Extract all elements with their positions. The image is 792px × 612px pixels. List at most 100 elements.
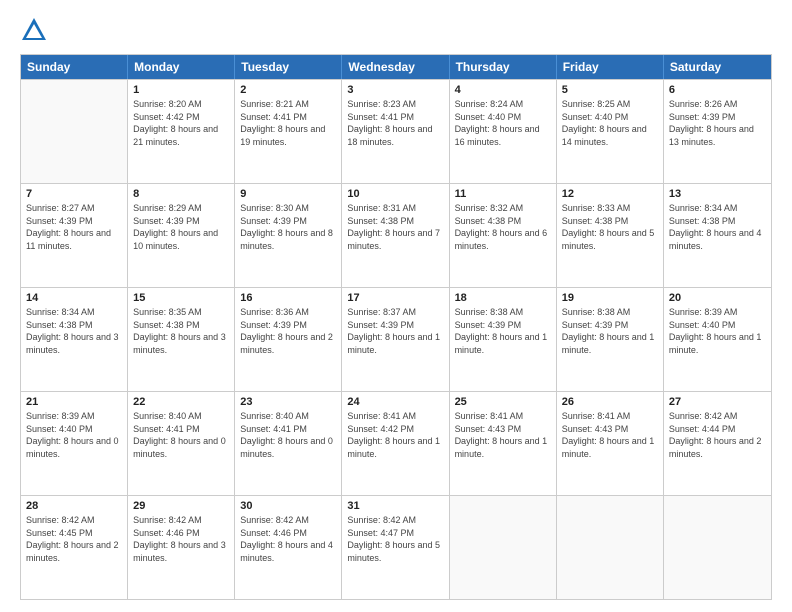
day-number: 26 [562,396,658,408]
logo-icon [20,16,48,44]
day-number: 2 [240,84,336,96]
logo [20,16,52,44]
day-number: 5 [562,84,658,96]
header-day-wednesday: Wednesday [342,55,449,79]
day-number: 30 [240,500,336,512]
day-info: Sunrise: 8:33 AMSunset: 4:38 PMDaylight:… [562,202,658,252]
day-cell-10: 10 Sunrise: 8:31 AMSunset: 4:38 PMDayligh… [342,184,449,287]
day-cell-6: 6 Sunrise: 8:26 AMSunset: 4:39 PMDaylight… [664,80,771,183]
day-cell-8: 8 Sunrise: 8:29 AMSunset: 4:39 PMDaylight… [128,184,235,287]
day-cell-16: 16Sunrise: 8:36 AMSunset: 4:39 PMDayligh… [235,288,342,391]
day-cell-9: 9Sunrise: 8:30 AMSunset: 4:39 PMDaylight… [235,184,342,287]
header-day-monday: Monday [128,55,235,79]
day-info: Sunrise: 8:25 AMSunset: 4:40 PMDaylight:… [562,98,658,148]
day-cell-24: 24 Sunrise: 8:41 AMSunset: 4:42 PMDayligh… [342,392,449,495]
day-number: 8 [133,188,229,200]
day-info: Sunrise: 8:38 AMSunset: 4:39 PMDaylight:… [562,306,658,356]
day-cell-12: 12 Sunrise: 8:33 AMSunset: 4:38 PMDayligh… [557,184,664,287]
day-cell-28: 28Sunrise: 8:42 AMSunset: 4:45 PMDayligh… [21,496,128,599]
day-info: Sunrise: 8:31 AMSunset: 4:38 PMDaylight:… [347,202,443,252]
day-number: 11 [455,188,551,200]
day-info: Sunrise: 8:34 AMSunset: 4:38 PMDaylight:… [669,202,766,252]
day-info: Sunrise: 8:39 AMSunset: 4:40 PMDaylight:… [669,306,766,356]
day-number: 20 [669,292,766,304]
empty-cell [21,80,128,183]
day-cell-17: 17 Sunrise: 8:37 AMSunset: 4:39 PMDayligh… [342,288,449,391]
day-info: Sunrise: 8:39 AMSunset: 4:40 PMDaylight:… [26,410,122,460]
day-cell-2: 2 Sunrise: 8:21 AMSunset: 4:41 PMDaylight… [235,80,342,183]
day-cell-29: 29Sunrise: 8:42 AMSunset: 4:46 PMDayligh… [128,496,235,599]
day-info: Sunrise: 8:37 AMSunset: 4:39 PMDaylight:… [347,306,443,356]
day-cell-14: 14 Sunrise: 8:34 AMSunset: 4:38 PMDayligh… [21,288,128,391]
day-number: 25 [455,396,551,408]
day-number: 1 [133,84,229,96]
day-cell-25: 25 Sunrise: 8:41 AMSunset: 4:43 PMDayligh… [450,392,557,495]
day-info: Sunrise: 8:27 AMSunset: 4:39 PMDaylight:… [26,202,122,252]
day-number: 24 [347,396,443,408]
day-info: Sunrise: 8:41 AMSunset: 4:43 PMDaylight:… [562,410,658,460]
day-cell-23: 23 Sunrise: 8:40 AMSunset: 4:41 PMDayligh… [235,392,342,495]
day-info: Sunrise: 8:26 AMSunset: 4:39 PMDaylight:… [669,98,766,148]
day-cell-19: 19 Sunrise: 8:38 AMSunset: 4:39 PMDayligh… [557,288,664,391]
day-cell-15: 15 Sunrise: 8:35 AMSunset: 4:38 PMDayligh… [128,288,235,391]
day-info: Sunrise: 8:40 AMSunset: 4:41 PMDaylight:… [240,410,336,460]
page: SundayMondayTuesdayWednesdayThursdayFrid… [0,0,792,612]
day-info: Sunrise: 8:34 AMSunset: 4:38 PMDaylight:… [26,306,122,356]
day-info: Sunrise: 8:23 AMSunset: 4:41 PMDaylight:… [347,98,443,148]
day-number: 13 [669,188,766,200]
week-row-4: 21Sunrise: 8:39 AMSunset: 4:40 PMDayligh… [21,391,771,495]
day-cell-30: 30Sunrise: 8:42 AMSunset: 4:46 PMDayligh… [235,496,342,599]
day-number: 12 [562,188,658,200]
day-cell-4: 4 Sunrise: 8:24 AMSunset: 4:40 PMDaylight… [450,80,557,183]
day-info: Sunrise: 8:36 AMSunset: 4:39 PMDaylight:… [240,306,336,356]
header-day-sunday: Sunday [21,55,128,79]
day-number: 15 [133,292,229,304]
day-info: Sunrise: 8:40 AMSunset: 4:41 PMDaylight:… [133,410,229,460]
day-number: 3 [347,84,443,96]
week-row-1: 1Sunrise: 8:20 AMSunset: 4:42 PMDaylight… [21,79,771,183]
day-info: Sunrise: 8:21 AMSunset: 4:41 PMDaylight:… [240,98,336,148]
day-number: 14 [26,292,122,304]
day-number: 6 [669,84,766,96]
day-info: Sunrise: 8:42 AMSunset: 4:47 PMDaylight:… [347,514,443,564]
day-info: Sunrise: 8:41 AMSunset: 4:43 PMDaylight:… [455,410,551,460]
week-row-5: 28Sunrise: 8:42 AMSunset: 4:45 PMDayligh… [21,495,771,599]
day-info: Sunrise: 8:42 AMSunset: 4:46 PMDaylight:… [133,514,229,564]
day-number: 9 [240,188,336,200]
day-info: Sunrise: 8:42 AMSunset: 4:45 PMDaylight:… [26,514,122,564]
day-number: 18 [455,292,551,304]
day-cell-27: 27Sunrise: 8:42 AMSunset: 4:44 PMDayligh… [664,392,771,495]
empty-cell [557,496,664,599]
day-cell-22: 22 Sunrise: 8:40 AMSunset: 4:41 PMDayligh… [128,392,235,495]
day-number: 4 [455,84,551,96]
header-day-thursday: Thursday [450,55,557,79]
day-cell-7: 7 Sunrise: 8:27 AMSunset: 4:39 PMDaylight… [21,184,128,287]
day-cell-5: 5 Sunrise: 8:25 AMSunset: 4:40 PMDaylight… [557,80,664,183]
day-number: 22 [133,396,229,408]
header-day-saturday: Saturday [664,55,771,79]
header [20,16,772,44]
empty-cell [450,496,557,599]
day-info: Sunrise: 8:32 AMSunset: 4:38 PMDaylight:… [455,202,551,252]
day-info: Sunrise: 8:35 AMSunset: 4:38 PMDaylight:… [133,306,229,356]
day-number: 7 [26,188,122,200]
day-number: 10 [347,188,443,200]
day-cell-13: 13 Sunrise: 8:34 AMSunset: 4:38 PMDayligh… [664,184,771,287]
week-row-3: 14 Sunrise: 8:34 AMSunset: 4:38 PMDayligh… [21,287,771,391]
day-info: Sunrise: 8:42 AMSunset: 4:44 PMDaylight:… [669,410,766,460]
day-number: 19 [562,292,658,304]
day-info: Sunrise: 8:29 AMSunset: 4:39 PMDaylight:… [133,202,229,252]
day-number: 17 [347,292,443,304]
day-info: Sunrise: 8:41 AMSunset: 4:42 PMDaylight:… [347,410,443,460]
day-number: 23 [240,396,336,408]
day-info: Sunrise: 8:24 AMSunset: 4:40 PMDaylight:… [455,98,551,148]
day-cell-21: 21Sunrise: 8:39 AMSunset: 4:40 PMDayligh… [21,392,128,495]
day-cell-1: 1Sunrise: 8:20 AMSunset: 4:42 PMDaylight… [128,80,235,183]
day-cell-18: 18Sunrise: 8:38 AMSunset: 4:39 PMDayligh… [450,288,557,391]
day-cell-20: 20 Sunrise: 8:39 AMSunset: 4:40 PMDayligh… [664,288,771,391]
day-cell-3: 3 Sunrise: 8:23 AMSunset: 4:41 PMDaylight… [342,80,449,183]
empty-cell [664,496,771,599]
calendar: SundayMondayTuesdayWednesdayThursdayFrid… [20,54,772,600]
header-day-friday: Friday [557,55,664,79]
calendar-body: 1Sunrise: 8:20 AMSunset: 4:42 PMDaylight… [21,79,771,599]
